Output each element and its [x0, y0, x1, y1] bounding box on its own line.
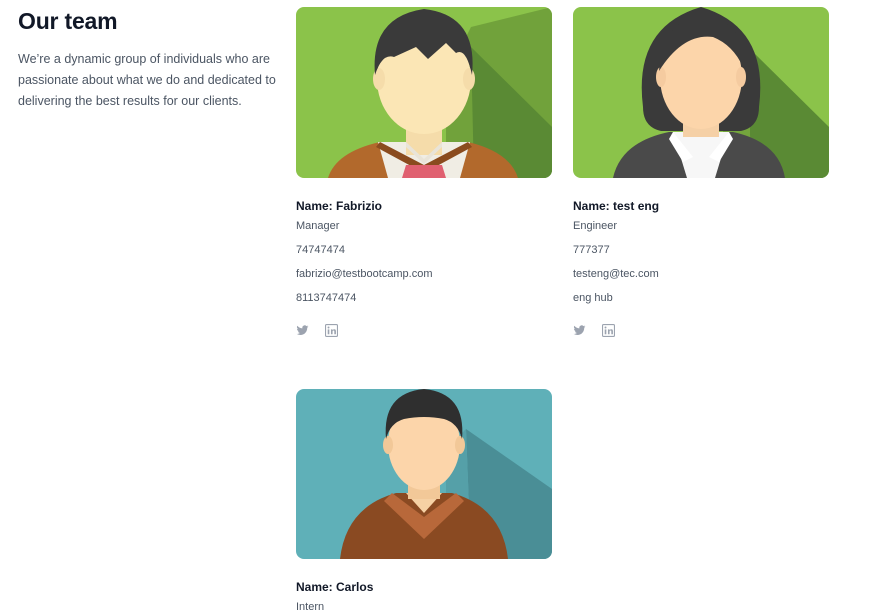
page-title: Our team [18, 8, 118, 34]
linkedin-icon[interactable] [325, 324, 338, 337]
social-links [573, 324, 829, 337]
member-phone: 74747474 [296, 244, 345, 256]
avatar [573, 7, 829, 178]
team-member-card: Name: Fabrizio Manager 74747474 fabrizio… [296, 7, 552, 337]
member-role: Intern [296, 601, 325, 613]
member-extra: 8113747474 [296, 292, 357, 304]
avatar [296, 7, 552, 178]
twitter-icon[interactable] [573, 324, 586, 337]
member-email: fabrizio@testbootcamp.com [296, 268, 433, 280]
twitter-icon[interactable] [296, 324, 309, 337]
avatar [296, 389, 552, 559]
team-description: We’re a dynamic group of individuals who… [18, 52, 276, 108]
member-name: Name: Fabrizio [296, 199, 383, 213]
member-name: Name: test eng [573, 199, 660, 213]
member-phone: 777377 [573, 244, 610, 256]
social-links [296, 324, 552, 337]
member-role: Manager [296, 220, 340, 232]
linkedin-icon[interactable] [602, 324, 615, 337]
member-email: testeng@tec.com [573, 268, 659, 280]
team-member-card: Name: test eng Engineer 777377 testeng@t… [573, 7, 829, 337]
member-extra: eng hub [573, 292, 613, 304]
member-name: Name: Carlos [296, 580, 374, 594]
team-intro: Our team We’re a dynamic group of indivi… [18, 8, 280, 112]
member-role: Engineer [573, 220, 618, 232]
team-member-card: Name: Carlos Intern [296, 389, 552, 614]
